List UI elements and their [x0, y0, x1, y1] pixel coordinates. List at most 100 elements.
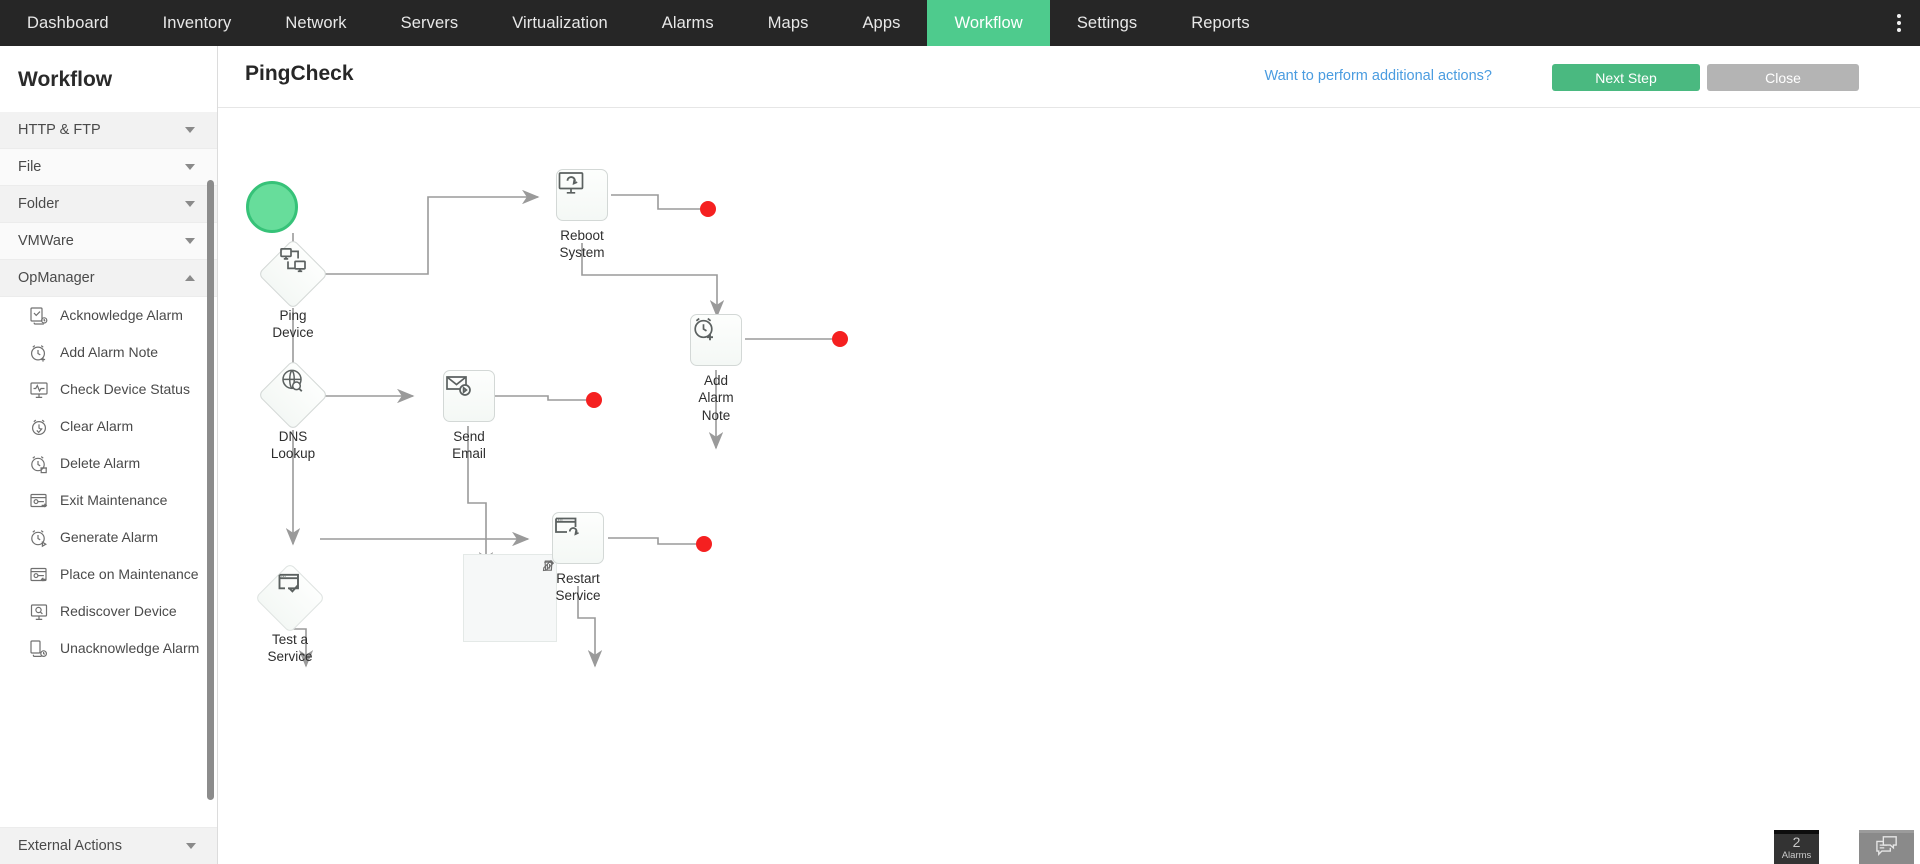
- sidebar-group-label: OpManager: [18, 270, 95, 286]
- clear-alarm-icon: [28, 416, 50, 438]
- nav-item-maps[interactable]: Maps: [741, 0, 836, 46]
- sidebar-item-exit-maintenance[interactable]: Exit Maintenance: [0, 482, 217, 519]
- check-device-status-icon: [28, 379, 50, 401]
- nav-item-virtualization[interactable]: Virtualization: [485, 0, 635, 46]
- workflow-node-restart-service[interactable]: Restart Service: [552, 512, 604, 603]
- sidebar-scrollbar[interactable]: [207, 180, 214, 800]
- nav-item-alarms[interactable]: Alarms: [635, 0, 741, 46]
- sidebar-item-place-on-maintenance[interactable]: Place on Maintenance: [0, 556, 217, 593]
- rediscover-device-icon: [28, 601, 50, 623]
- ping-device-shape: [257, 238, 329, 310]
- workflow-node-ping-device[interactable]: Ping Device: [257, 238, 329, 340]
- generate-alarm-icon: [28, 527, 50, 549]
- workflow-start-node[interactable]: [246, 181, 298, 233]
- sidebar-item-unacknowledge-alarm[interactable]: Unacknowledge Alarm: [0, 630, 217, 667]
- alarm-count: 2: [1792, 834, 1801, 850]
- sidebar-item-label: Add Alarm Note: [60, 344, 159, 361]
- page-header: PingCheck Want to perform additional act…: [218, 46, 1920, 108]
- sidebar-item-label: Delete Alarm: [60, 455, 141, 472]
- sidebar-item-label: Unacknowledge Alarm: [60, 640, 200, 657]
- chat-widget[interactable]: [1859, 830, 1914, 864]
- sidebar-item-label: Clear Alarm: [60, 418, 134, 435]
- unacknowledge-alarm-icon: [28, 638, 50, 660]
- sidebar-group-file[interactable]: File: [0, 149, 217, 186]
- workflow-node-add-alarm-note[interactable]: Add Alarm Note: [690, 314, 742, 423]
- sidebar-item-label: Generate Alarm: [60, 529, 159, 546]
- sidebar-item-delete-alarm[interactable]: Delete Alarm: [0, 445, 217, 482]
- workflow-node-label: Ping Device: [272, 308, 314, 341]
- sidebar-group-opmanager[interactable]: OpManager: [0, 260, 217, 297]
- sidebar-item-generate-alarm[interactable]: Generate Alarm: [0, 519, 217, 556]
- add-alarm-note-icon: [28, 342, 50, 364]
- chat-icon: [1875, 835, 1899, 862]
- workflow-node-test-a-service[interactable]: Test a Service: [254, 562, 326, 664]
- close-button[interactable]: Close: [1707, 64, 1859, 91]
- sidebar-group-label: Folder: [18, 196, 60, 212]
- sidebar-group-label: External Actions: [18, 838, 122, 854]
- place-on-maintenance-icon: [28, 564, 50, 586]
- sidebar-item-label: Place on Maintenance: [60, 566, 199, 583]
- chevron-up-icon: [185, 275, 195, 281]
- nav-item-dashboard[interactable]: Dashboard: [0, 0, 136, 46]
- sidebar-group-label: VMWare: [18, 233, 74, 249]
- workflow-node-dns-lookup[interactable]: DNS Lookup: [257, 359, 329, 461]
- workflow-canvas[interactable]: Ping Device Reboot System Add Alarm Note…: [218, 108, 1920, 864]
- alarm-label: Alarms: [1781, 850, 1812, 861]
- workflow-endpoint-dot[interactable]: [700, 201, 716, 217]
- workflow-connectors: [285, 189, 832, 668]
- sidebar-group-external-actions[interactable]: External Actions: [0, 827, 217, 864]
- top-navigation-bar: Dashboard Inventory Network Servers Virt…: [0, 0, 1920, 46]
- sidebar-item-check-device-status[interactable]: Check Device Status: [0, 371, 217, 408]
- chevron-down-icon: [185, 164, 195, 170]
- sidebar-group-http-ftp[interactable]: HTTP & FTP: [0, 112, 217, 149]
- sidebar-item-rediscover-device[interactable]: Rediscover Device: [0, 593, 217, 630]
- restart-service-shape: [552, 512, 604, 564]
- kebab-menu-icon[interactable]: [1878, 0, 1920, 46]
- sidebar-group-label: File: [18, 159, 42, 175]
- workflow-endpoint-dot[interactable]: [586, 392, 602, 408]
- workflow-node-reboot-system[interactable]: Reboot System: [556, 169, 608, 260]
- sidebar-item-label: Check Device Status: [60, 381, 190, 398]
- sidebar-title: Workflow: [18, 68, 113, 91]
- sidebar-item-clear-alarm[interactable]: Clear Alarm: [0, 408, 217, 445]
- workflow-node-label: Restart Service: [555, 571, 601, 604]
- sidebar-item-label: Acknowledge Alarm: [60, 307, 183, 324]
- sidebar-item-label: Rediscover Device: [60, 603, 177, 620]
- page-title: PingCheck: [245, 62, 354, 85]
- chevron-down-icon: [185, 238, 195, 244]
- sidebar: Workflow HTTP & FTP File Folder VMWare O…: [0, 46, 218, 864]
- sidebar-item-label: Exit Maintenance: [60, 492, 168, 509]
- sidebar-group-label: HTTP & FTP: [18, 122, 101, 138]
- acknowledge-alarm-icon: [28, 305, 50, 327]
- sidebar-item-add-alarm-note[interactable]: Add Alarm Note: [0, 334, 217, 371]
- workflow-node-label: Add Alarm Note: [698, 373, 734, 423]
- nav-item-settings[interactable]: Settings: [1050, 0, 1164, 46]
- workflow-node-label: Test a Service: [267, 632, 313, 665]
- alarms-status-widget[interactable]: 2 Alarms: [1774, 830, 1819, 864]
- workflow-node-label: Reboot System: [559, 228, 605, 261]
- chevron-down-icon: [185, 201, 195, 207]
- chevron-down-icon: [185, 127, 195, 133]
- workflow-endpoint-dot[interactable]: [832, 331, 848, 347]
- exit-maintenance-icon: [28, 490, 50, 512]
- delete-alarm-icon: [28, 453, 50, 475]
- sidebar-item-acknowledge-alarm[interactable]: Acknowledge Alarm: [0, 297, 217, 334]
- send-email-shape: [443, 370, 495, 422]
- workflow-node-send-email[interactable]: Send Email: [443, 370, 495, 461]
- workflow-node-label: Send Email: [452, 429, 486, 462]
- test-a-service-shape: [254, 562, 326, 634]
- sidebar-group-folder[interactable]: Folder: [0, 186, 217, 223]
- chevron-down-icon: [186, 843, 196, 849]
- add-alarm-note-shape: [690, 314, 742, 366]
- nav-item-apps[interactable]: Apps: [835, 0, 927, 46]
- nav-item-servers[interactable]: Servers: [374, 0, 486, 46]
- main-content: PingCheck Want to perform additional act…: [218, 46, 1920, 864]
- nav-item-workflow[interactable]: Workflow: [927, 0, 1050, 46]
- workflow-endpoint-dot[interactable]: [696, 536, 712, 552]
- nav-item-reports[interactable]: Reports: [1164, 0, 1276, 46]
- nav-item-network[interactable]: Network: [258, 0, 373, 46]
- nav-item-inventory[interactable]: Inventory: [136, 0, 259, 46]
- additional-actions-link[interactable]: Want to perform additional actions?: [1264, 68, 1492, 84]
- next-step-button[interactable]: Next Step: [1552, 64, 1700, 91]
- sidebar-group-vmware[interactable]: VMWare: [0, 223, 217, 260]
